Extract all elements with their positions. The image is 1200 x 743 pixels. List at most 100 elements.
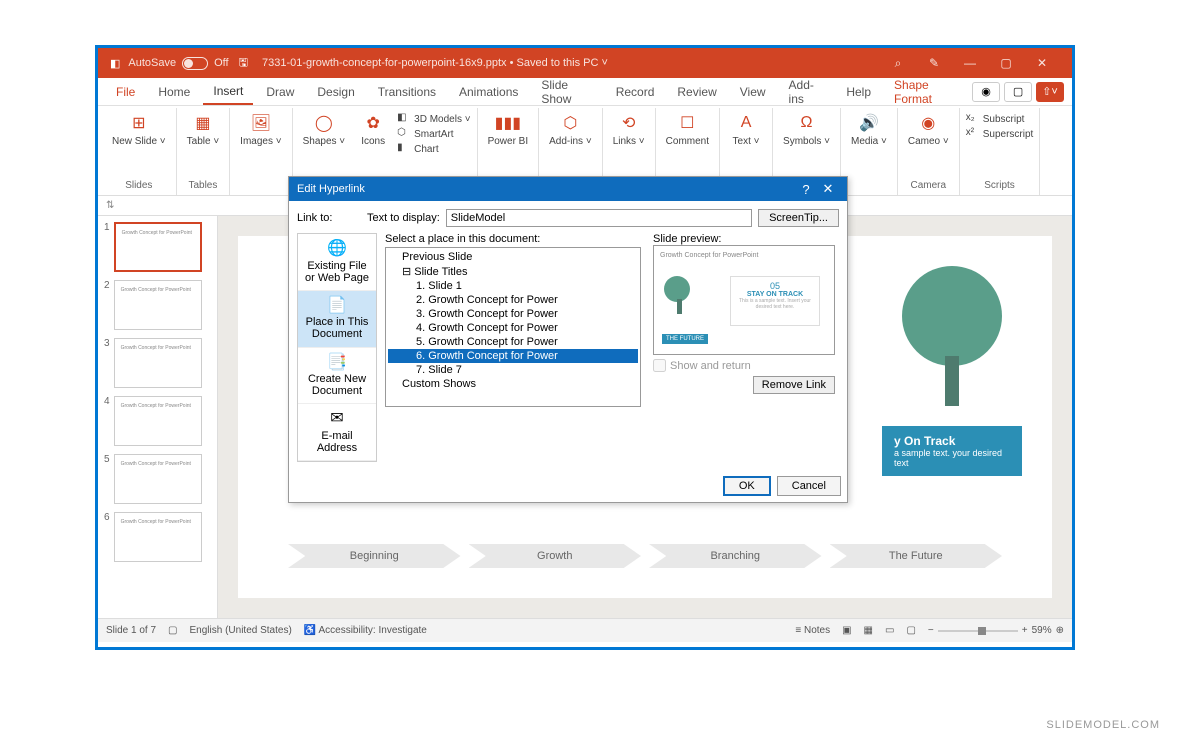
dialog-title: Edit Hyperlink: [297, 183, 365, 195]
link-type-place-in-this-document[interactable]: 📄Place in This Document: [298, 291, 376, 348]
pen-icon[interactable]: ✎: [916, 56, 952, 70]
tree-graphic: [892, 266, 1012, 416]
thumbnail-2[interactable]: 2Growth Concept for PowerPoint: [104, 280, 211, 330]
search-icon[interactable]: ⌕: [880, 56, 916, 71]
tab-help[interactable]: Help: [836, 80, 881, 104]
link-type-list: 🌐Existing File or Web Page📄Place in This…: [297, 233, 377, 462]
tab-home[interactable]: Home: [148, 80, 200, 104]
tab-shape-format[interactable]: Shape Format: [884, 73, 969, 111]
zoom-out-button[interactable]: −: [928, 625, 934, 636]
ribbon-icons[interactable]: ✿Icons: [353, 110, 393, 149]
place-item[interactable]: Previous Slide: [388, 250, 638, 264]
place-item[interactable]: Custom Shows: [388, 377, 638, 391]
tab-record[interactable]: Record: [606, 80, 665, 104]
present-icon[interactable]: ▢: [1004, 82, 1032, 102]
place-item[interactable]: 3. Growth Concept for Power: [388, 307, 638, 321]
tab-file[interactable]: File: [106, 80, 145, 104]
save-icon[interactable]: 🖫: [239, 54, 248, 73]
cancel-button[interactable]: Cancel: [777, 476, 841, 496]
ribbon--d-models-[interactable]: ◧3D Models ˅: [397, 112, 470, 126]
arrow-growth[interactable]: Growth: [469, 544, 642, 568]
view-sorter-icon[interactable]: ▦: [864, 625, 873, 636]
tab-review[interactable]: Review: [667, 80, 726, 104]
zoom-level[interactable]: 59%: [1032, 625, 1052, 636]
watermark: SLIDEMODEL.COM: [1046, 719, 1160, 731]
thumbnail-1[interactable]: 1Growth Concept for PowerPoint: [104, 222, 211, 272]
ribbon-smartart[interactable]: ⬡SmartArt: [397, 127, 470, 141]
book-icon[interactable]: ▢: [168, 625, 177, 636]
zoom-slider[interactable]: [938, 630, 1018, 632]
app-icon: ◧: [110, 57, 120, 70]
ribbon-images-[interactable]: 🖼Images ˅: [236, 110, 285, 149]
tab-insert[interactable]: Insert: [203, 79, 253, 105]
ribbon-chart[interactable]: ▮Chart: [397, 142, 470, 156]
language-status[interactable]: English (United States): [190, 625, 292, 636]
place-item[interactable]: 1. Slide 1: [388, 279, 638, 293]
arrow-beginning[interactable]: Beginning: [288, 544, 461, 568]
tab-design[interactable]: Design: [307, 80, 364, 104]
view-normal-icon[interactable]: ▣: [842, 625, 851, 636]
close-button[interactable]: ✕: [1024, 56, 1060, 70]
edit-hyperlink-dialog: Edit Hyperlink ? ✕ Link to: Text to disp…: [288, 176, 848, 503]
thumbnail-3[interactable]: 3Growth Concept for PowerPoint: [104, 338, 211, 388]
notes-button[interactable]: ≡ Notes: [795, 625, 830, 636]
minimize-button[interactable]: —: [952, 56, 988, 70]
link-type-create-new-document[interactable]: 📑Create New Document: [298, 348, 376, 405]
place-item[interactable]: 6. Growth Concept for Power: [388, 349, 638, 363]
tab-draw[interactable]: Draw: [256, 80, 304, 104]
ribbon-new-slide-[interactable]: ⊞New Slide ˅: [108, 110, 170, 149]
tab-slide-show[interactable]: Slide Show: [531, 73, 602, 111]
ribbon-media-[interactable]: 🔊Media ˅: [847, 110, 891, 149]
place-item[interactable]: 7. Slide 7: [388, 363, 638, 377]
tab-view[interactable]: View: [730, 80, 776, 104]
ribbon-symbols-[interactable]: ΩSymbols ˅: [779, 110, 834, 149]
ribbon-table-[interactable]: ▦Table ˅: [183, 110, 224, 149]
arrow-branching[interactable]: Branching: [649, 544, 822, 568]
ribbon-links-[interactable]: ⟲Links ˅: [609, 110, 649, 149]
thumbnail-5[interactable]: 5Growth Concept for PowerPoint: [104, 454, 211, 504]
screentip-button[interactable]: ScreenTip...: [758, 209, 839, 227]
select-place-label: Select a place in this document:: [385, 233, 641, 245]
slide-counter[interactable]: Slide 1 of 7: [106, 625, 156, 636]
tab-add-ins[interactable]: Add-ins: [779, 73, 834, 111]
dialog-help-button[interactable]: ?: [795, 182, 817, 197]
link-to-label: Link to:: [297, 212, 361, 224]
place-item[interactable]: 5. Growth Concept for Power: [388, 335, 638, 349]
slide-text-box[interactable]: y On Track a sample text. your desired t…: [882, 426, 1022, 476]
thumbnail-6[interactable]: 6Growth Concept for PowerPoint: [104, 512, 211, 562]
ok-button[interactable]: OK: [723, 476, 771, 496]
autosave-state: Off: [214, 57, 228, 69]
place-item[interactable]: 2. Growth Concept for Power: [388, 293, 638, 307]
tab-transitions[interactable]: Transitions: [368, 80, 446, 104]
ribbon-cameo-[interactable]: ◉Cameo ˅: [904, 110, 953, 149]
ribbon-shapes-[interactable]: ◯Shapes ˅: [299, 110, 350, 149]
ribbon-add-ins-[interactable]: ⬡Add-ins ˅: [545, 110, 596, 149]
ribbon-text-[interactable]: AText ˅: [726, 110, 766, 149]
ribbon-subscript[interactable]: x₂Subscript: [966, 112, 1034, 126]
autosave-toggle[interactable]: [182, 57, 208, 70]
place-tree[interactable]: Previous Slide⊟ Slide Titles1. Slide 12.…: [385, 247, 641, 407]
link-type-e-mail-address[interactable]: ✉E-mail Address: [298, 404, 376, 461]
view-reading-icon[interactable]: ▭: [885, 625, 894, 636]
document-title[interactable]: 7331-01-growth-concept-for-powerpoint-16…: [262, 57, 608, 69]
text-to-display-input[interactable]: [446, 209, 752, 227]
zoom-in-button[interactable]: +: [1022, 625, 1028, 636]
autosave-label: AutoSave: [128, 57, 176, 69]
ribbon-superscript[interactable]: x²Superscript: [966, 127, 1034, 141]
record-icon[interactable]: ◉: [972, 82, 1000, 102]
accessibility-status[interactable]: ♿ Accessibility: Investigate: [304, 625, 427, 636]
fit-icon[interactable]: ⊕: [1056, 625, 1064, 636]
remove-link-button[interactable]: Remove Link: [753, 376, 835, 394]
share-button[interactable]: ⇧˅: [1036, 82, 1064, 102]
dialog-close-button[interactable]: ✕: [817, 181, 839, 197]
ribbon-power-bi[interactable]: ▮▮▮Power BI: [484, 110, 533, 149]
link-type-existing-file-or-web-page[interactable]: 🌐Existing File or Web Page: [298, 234, 376, 291]
maximize-button[interactable]: ▢: [988, 56, 1024, 70]
place-item[interactable]: 4. Growth Concept for Power: [388, 321, 638, 335]
thumbnail-4[interactable]: 4Growth Concept for PowerPoint: [104, 396, 211, 446]
place-item[interactable]: ⊟ Slide Titles: [388, 264, 638, 279]
tab-animations[interactable]: Animations: [449, 80, 528, 104]
view-slideshow-icon[interactable]: ▢: [906, 625, 915, 636]
arrow-the-future[interactable]: The Future: [830, 544, 1003, 568]
ribbon-comment[interactable]: ☐Comment: [662, 110, 713, 149]
